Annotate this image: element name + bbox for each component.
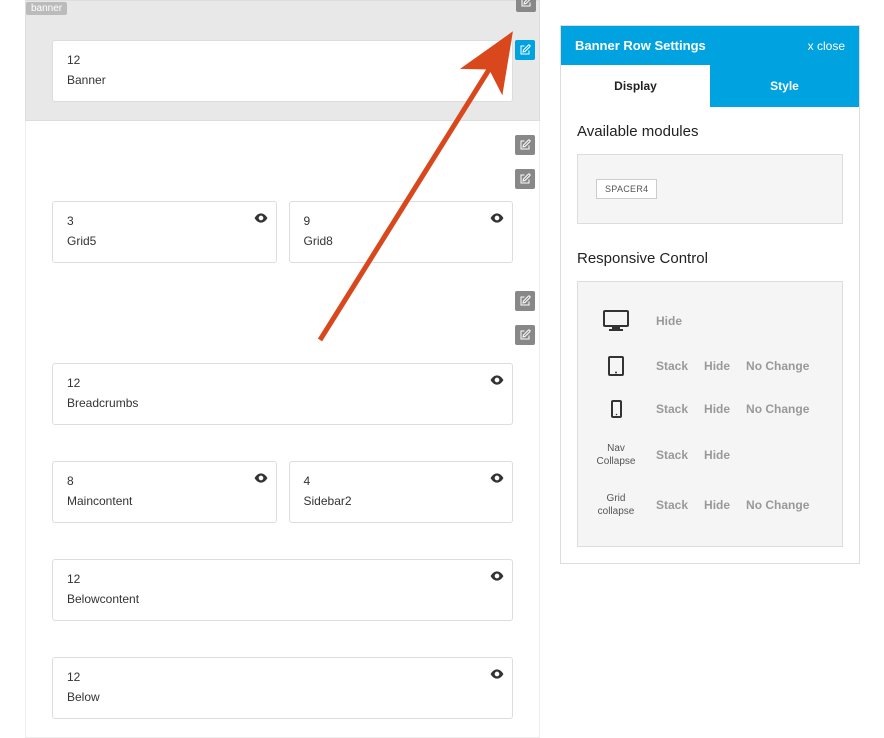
card-grid8[interactable]: 9 Grid8 xyxy=(289,201,514,263)
option-stack[interactable]: Stack xyxy=(656,448,688,462)
eye-icon[interactable] xyxy=(490,472,504,486)
option-hide[interactable]: Hide xyxy=(656,314,682,328)
option-hide[interactable]: Hide xyxy=(704,498,730,512)
responsive-row-phone: Stack Hide No Change xyxy=(586,388,834,430)
phone-icon xyxy=(586,400,646,418)
desktop-icon xyxy=(586,310,646,332)
tablet-icon xyxy=(586,356,646,376)
settings-panel: Banner Row Settings x close Display Styl… xyxy=(560,25,860,564)
edit-icon[interactable] xyxy=(516,0,536,12)
eye-icon[interactable] xyxy=(490,668,504,682)
edit-icon[interactable] xyxy=(515,291,535,311)
edit-icon[interactable] xyxy=(515,169,535,189)
option-nochange[interactable]: No Change xyxy=(746,402,809,416)
layout-canvas: banner 12 Banner xyxy=(0,0,540,683)
eye-icon[interactable] xyxy=(254,472,268,486)
card-below[interactable]: 12 Below xyxy=(52,657,513,719)
eye-icon[interactable] xyxy=(254,212,268,226)
available-modules-box: SPACER4 xyxy=(577,154,843,224)
card-breadcrumbs[interactable]: 12 Breadcrumbs xyxy=(52,363,513,425)
banner-section: 12 Banner xyxy=(25,14,540,121)
eye-icon[interactable] xyxy=(490,212,504,226)
option-hide[interactable]: Hide xyxy=(704,402,730,416)
card-grid5[interactable]: 3 Grid5 xyxy=(52,201,277,263)
option-stack[interactable]: Stack xyxy=(656,402,688,416)
settings-tabs: Display Style xyxy=(561,65,859,107)
module-chip-spacer4[interactable]: SPACER4 xyxy=(596,179,657,199)
card-belowcontent[interactable]: 12 Belowcontent xyxy=(52,559,513,621)
eye-icon[interactable] xyxy=(490,374,504,388)
responsive-row-desktop: Hide xyxy=(586,298,834,344)
eye-icon[interactable] xyxy=(490,570,504,584)
card-banner[interactable]: 12 Banner xyxy=(52,40,513,102)
responsive-row-tablet: Stack Hide No Change xyxy=(586,344,834,388)
option-stack[interactable]: Stack xyxy=(656,498,688,512)
card-title: Banner xyxy=(67,73,498,87)
eye-icon[interactable] xyxy=(482,51,496,65)
card-columns: 12 xyxy=(67,53,498,67)
option-stack[interactable]: Stack xyxy=(656,359,688,373)
nav-collapse-label: NavCollapse xyxy=(586,442,646,468)
tab-style[interactable]: Style xyxy=(710,65,859,107)
responsive-row-grid-collapse: Gridcollapse Stack Hide No Change xyxy=(586,480,834,530)
card-sidebar2[interactable]: 4 Sidebar2 xyxy=(289,461,514,523)
responsive-control-title: Responsive Control xyxy=(577,250,843,267)
responsive-row-nav-collapse: NavCollapse Stack Hide xyxy=(586,430,834,480)
card-maincontent[interactable]: 8 Maincontent xyxy=(52,461,277,523)
option-hide[interactable]: Hide xyxy=(704,359,730,373)
available-modules-title: Available modules xyxy=(577,123,843,140)
grid-collapse-label: Gridcollapse xyxy=(586,492,646,518)
edit-icon[interactable] xyxy=(515,135,535,155)
edit-row-button[interactable] xyxy=(515,40,535,60)
settings-title: Banner Row Settings xyxy=(575,38,706,53)
responsive-control-box: Hide Stack Hide No Change xyxy=(577,281,843,547)
option-nochange[interactable]: No Change xyxy=(746,498,809,512)
settings-header: Banner Row Settings x close xyxy=(561,26,859,65)
edit-icon[interactable] xyxy=(515,325,535,345)
tab-display[interactable]: Display xyxy=(561,65,710,107)
option-hide[interactable]: Hide xyxy=(704,448,730,462)
option-nochange[interactable]: No Change xyxy=(746,359,809,373)
close-button[interactable]: x close xyxy=(808,39,845,53)
section-tag-banner: banner xyxy=(26,2,67,15)
